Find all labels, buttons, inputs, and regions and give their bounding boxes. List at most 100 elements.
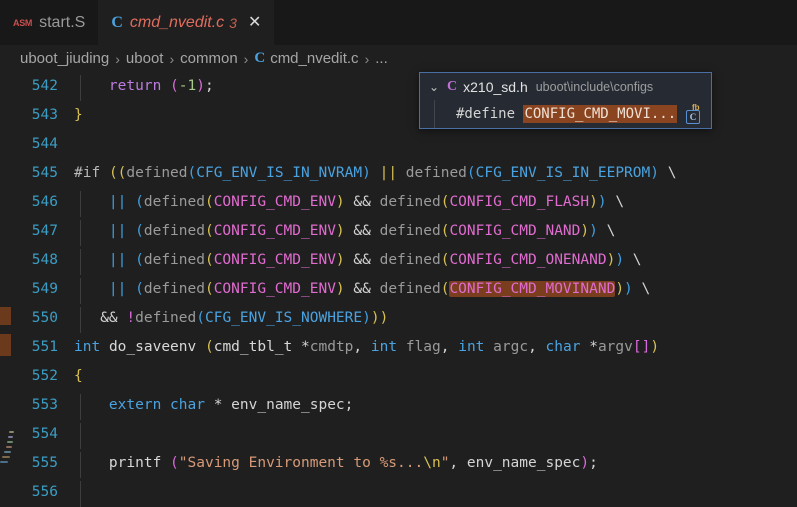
code-token: flag [405,339,441,355]
code-token: argc [493,339,529,355]
code-token: defined [379,223,441,239]
code-token: do_saveenv [108,339,197,355]
code-line[interactable]: 552 { [11,362,797,391]
code-line-text: } [74,101,83,130]
code-token: ; [589,455,598,471]
code-token: defined [143,223,205,239]
code-token: defined [143,194,205,210]
overview-ruler-mark[interactable] [0,334,11,356]
code-token: ) [615,281,625,297]
goto-definition-icon[interactable]: fb C [685,103,704,125]
code-token: ( [170,455,179,471]
code-token: defined [143,252,205,268]
code-line-text: || (defined(CONFIG_CMD_ENV) && defined(C… [74,217,615,246]
peek-file-header[interactable]: ⌄ C x210_sd.h uboot\include\configs [420,73,711,100]
code-line[interactable]: 547 || (defined(CONFIG_CMD_ENV) && defin… [11,217,797,246]
close-icon[interactable]: ✕ [248,14,261,31]
code-line-text: && !defined(CFG_ENV_IS_NOWHERE))) [74,304,388,333]
code-line[interactable]: 544 [11,130,797,159]
code-token: CONFIG_CMD_ENV [213,252,336,268]
indent-guide [80,481,81,507]
editor-tab-start-s[interactable]: ASM start.S [0,0,99,45]
code-token: argv [597,339,633,355]
code-token: defined [379,281,441,297]
code-line-text: return (-1); [74,72,214,101]
breadcrumb-item-uboot-jiuding[interactable]: uboot_jiuding [20,50,109,67]
code-line-text: { [74,362,83,391]
code-line[interactable]: 556 [11,478,797,507]
code-line[interactable]: 550 && !defined(CFG_ENV_IS_NOWHERE))) [11,304,797,333]
line-number: 546 [31,194,58,210]
code-token: "Saving Environment to %s... [178,455,424,471]
code-line[interactable]: 555 printf ("Saving Environment to %s...… [11,449,797,478]
indent-guide [80,423,81,449]
code-token: * [204,397,232,413]
code-token: ) [650,165,659,181]
code-token: \n [423,455,441,471]
code-token: ) [615,252,625,268]
code-line-text: extern char * env_name_spec; [74,391,353,420]
code-token: CONFIG_CMD_ONENAND [449,252,607,268]
code-token: CONFIG_CMD_ENV [213,281,336,297]
overview-ruler-mark[interactable] [0,307,11,325]
definition-peek-popup[interactable]: ⌄ C x210_sd.h uboot\include\configs #def… [419,72,712,129]
code-token: CFG_ENV_IS_IN_EEPROM [475,165,651,181]
code-token: ! [126,310,136,326]
code-line-text: || (defined(CONFIG_CMD_ENV) && defined(C… [74,246,642,275]
code-token: CONFIG_CMD_NAND [449,223,581,239]
line-number: 554 [31,426,58,442]
code-token: } [74,107,83,123]
code-line[interactable]: 553 extern char * env_name_spec; [11,391,797,420]
code-token: ) [589,194,598,210]
peek-result-row[interactable]: #define CONFIG_CMD_MOVI... fb C [420,100,711,128]
peek-define-keyword: #define [456,106,524,122]
code-token: && [353,252,371,268]
code-editor[interactable]: 542 return (-1); 543} 544 545 #if ((defined(… [0,72,797,507]
minimap-line [2,456,10,458]
breadcrumb-item----[interactable]: ... [375,50,388,67]
code-token: * [580,339,598,355]
breadcrumb-item-common[interactable]: common [180,50,238,67]
code-line[interactable]: 551 int do_saveenv (cmd_tbl_t *cmdtp, int… [11,333,797,362]
code-token: int [458,339,485,355]
code-lines-container[interactable]: 542 return (-1); 543} 544 545 #if ((defined(… [11,72,797,507]
line-number: 555 [31,455,58,471]
code-line[interactable]: 546 || (defined(CONFIG_CMD_ENV) && defin… [11,188,797,217]
code-token: ) [335,194,345,210]
code-line-text: || (defined(CONFIG_CMD_ENV) && defined(C… [74,275,650,304]
code-token: && [100,310,118,326]
code-token: cmd_tbl_t [213,339,293,355]
code-token: && [353,194,371,210]
line-number: 553 [31,397,58,413]
code-line[interactable]: 554 [11,420,797,449]
code-line-text: printf ("Saving Environment to %s...\n",… [74,449,598,478]
line-number: 549 [31,281,58,297]
minimap-line [0,461,8,463]
code-token: || [379,165,398,181]
breadcrumb-item-uboot[interactable]: uboot [126,50,164,67]
code-token: ( [204,223,214,239]
code-token: extern [108,397,162,413]
breadcrumb[interactable]: uboot_jiuding › uboot › common › Ccmd_nvedit.c… [0,45,797,72]
peek-file-name: x210_sd.h [463,78,528,95]
code-token: ) [650,339,660,355]
line-number: 547 [31,223,58,239]
code-token: char [170,397,205,413]
code-token: \ [615,194,625,210]
code-line[interactable]: 545 #if ((defined(CFG_ENV_IS_IN_NVRAM) ||… [11,159,797,188]
code-token: ( [135,252,144,268]
editor-tab-cmd-nvedit-c[interactable]: Ccmd_nvedit.c 3 ✕ [98,0,275,45]
code-line[interactable]: 548 || (defined(CONFIG_CMD_ENV) && defin… [11,246,797,275]
code-line[interactable]: 549 || (defined(CONFIG_CMD_ENV) && defin… [11,275,797,304]
breadcrumb-item-cmd-nvedit-c[interactable]: cmd_nvedit.c [270,50,358,67]
chevron-down-icon[interactable]: ⌄ [427,80,441,94]
